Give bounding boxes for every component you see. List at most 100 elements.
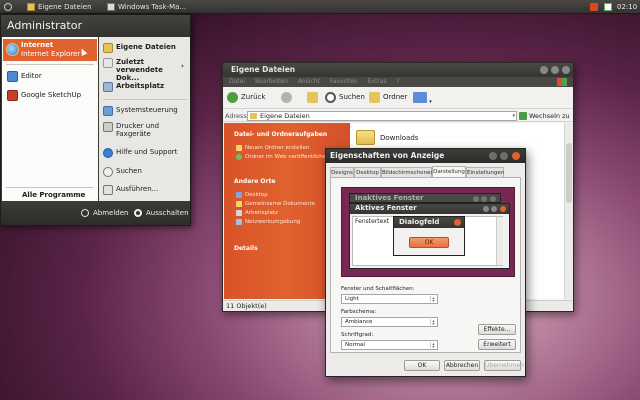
- minimize-icon[interactable]: [540, 66, 548, 74]
- start-item-eigene-dateien[interactable]: Eigene Dateien: [101, 43, 189, 53]
- color-scheme-select[interactable]: Ambiance ▴ ▾: [341, 317, 438, 327]
- start-item-label: Hilfe und Support: [116, 148, 178, 156]
- task-link-label: Neuen Ordner erstellen: [245, 145, 310, 151]
- back-button[interactable]: Zurück: [227, 92, 265, 103]
- new-folder-icon: [236, 145, 242, 151]
- vertical-scrollbar[interactable]: [564, 123, 573, 299]
- start-item-sketchup[interactable]: Google SketchUp: [4, 89, 96, 103]
- task-link-publish[interactable]: Ordner im Web veröffentlichen: [236, 154, 330, 160]
- menu-help[interactable]: ?: [397, 78, 400, 85]
- start-item-label: Drucker und Faxgeräte: [116, 122, 160, 138]
- address-input[interactable]: Eigene Dateien ▾: [247, 111, 517, 121]
- printer-icon: [103, 122, 113, 132]
- start-item-recent-documents[interactable]: Zuletzt verwendete Dok... ›: [101, 58, 189, 82]
- taskbar-item-task-manager[interactable]: Windows Task-Ma...: [104, 1, 190, 13]
- start-item-hilfe[interactable]: Hilfe und Support: [101, 148, 189, 158]
- folder-icon: [369, 92, 380, 103]
- cancel-button[interactable]: Abbrechen: [444, 360, 480, 371]
- logout-button[interactable]: Abmelden: [81, 208, 129, 218]
- place-link-desktop[interactable]: Desktop: [236, 192, 268, 198]
- logout-label: Abmelden: [93, 209, 129, 217]
- scrollbar-thumb[interactable]: [566, 143, 572, 203]
- views-button[interactable]: ▾: [413, 92, 432, 108]
- tab-desktop[interactable]: Desktop: [354, 167, 381, 177]
- folder-icon: [250, 113, 257, 119]
- menu-datei[interactable]: Datei: [229, 78, 245, 85]
- all-programs-button[interactable]: Alle Programme ›: [22, 190, 96, 200]
- start-item-suchen[interactable]: Suchen: [101, 167, 189, 177]
- start-item-editor[interactable]: Editor: [4, 70, 96, 84]
- task-link-new-folder[interactable]: Neuen Ordner erstellen: [236, 145, 309, 151]
- preview-inactive-window: Inaktives Fenster: [349, 193, 501, 203]
- start-item-drucker[interactable]: Drucker und Faxgeräte: [101, 122, 189, 138]
- go-arrow-icon: [519, 112, 527, 120]
- explorer-titlebar[interactable]: Eigene Dateien: [223, 63, 573, 77]
- close-icon[interactable]: [512, 152, 520, 160]
- maximize-icon[interactable]: [551, 66, 559, 74]
- minimize-icon[interactable]: [489, 152, 497, 160]
- taskbar-item-eigene-dateien[interactable]: Eigene Dateien: [24, 1, 110, 13]
- preview-inactive-title: Inaktives Fenster: [355, 194, 424, 202]
- indicator-applet-icon[interactable]: [590, 3, 598, 11]
- tab-designs[interactable]: Designs: [330, 167, 354, 177]
- go-button[interactable]: Wechseln zu: [519, 111, 570, 121]
- shutdown-button[interactable]: Ausschalten: [134, 208, 189, 218]
- ok-button[interactable]: OK: [404, 360, 440, 371]
- maximize-icon[interactable]: [500, 152, 508, 160]
- windows-buttons-label: Fenster und Schaltflächen:: [341, 286, 415, 292]
- arrow-right-icon: ›: [80, 191, 83, 199]
- main-menu-icon[interactable]: [4, 3, 12, 11]
- logout-icon: [81, 209, 89, 217]
- task-pane-header[interactable]: Datei- und Ordneraufgaben: [234, 131, 327, 138]
- folders-button[interactable]: Ordner: [369, 92, 407, 103]
- font-size-label: Schriftgrad:: [341, 332, 374, 338]
- appearance-preview: Inaktives Fenster Aktives Fenster Fenste…: [341, 187, 515, 277]
- start-menu-footer: Abmelden Ausschalten: [1, 201, 190, 225]
- top-panel: Eigene Dateien Windows Task-Ma... 02:10: [0, 0, 640, 14]
- chevron-down-icon[interactable]: ▾: [512, 112, 515, 120]
- search-icon: [103, 167, 113, 177]
- forward-button[interactable]: [281, 92, 292, 107]
- start-item-internet[interactable]: Internet Internet Explorer: [3, 39, 97, 61]
- dialog-titlebar[interactable]: Eigenschaften von Anzeige: [326, 149, 525, 163]
- start-item-arbeitsplatz[interactable]: Arbeitsplatz: [101, 82, 189, 92]
- start-menu-user-name: Administrator: [1, 15, 190, 37]
- all-programs-label: Alle Programme: [22, 191, 86, 199]
- places-header[interactable]: Andere Orte: [234, 178, 275, 185]
- details-header[interactable]: Details: [234, 245, 258, 252]
- effects-button[interactable]: Effekte...: [478, 324, 516, 335]
- place-link-arbeitsplatz[interactable]: Arbeitsplatz: [236, 210, 278, 216]
- menu-extras[interactable]: Extras: [368, 78, 387, 85]
- place-link-label: Netzwerkumgebung: [245, 219, 301, 225]
- recent-documents-icon: [103, 58, 113, 68]
- internet-explorer-icon: [6, 43, 19, 56]
- maximize-icon: [491, 206, 497, 212]
- globe-icon: [236, 154, 242, 160]
- menu-ansicht[interactable]: Ansicht: [298, 78, 320, 85]
- search-button[interactable]: Suchen: [325, 92, 365, 103]
- appearance-panel: Inaktives Fenster Aktives Fenster Fenste…: [330, 177, 521, 353]
- close-icon: [500, 206, 506, 212]
- file-item-downloads[interactable]: Downloads: [356, 129, 418, 147]
- menu-favoriten[interactable]: Favoriten: [330, 78, 358, 85]
- place-link-network[interactable]: Netzwerkumgebung: [236, 219, 300, 225]
- back-arrow-icon: [227, 92, 238, 103]
- font-size-select[interactable]: Normal ▴ ▾: [341, 340, 438, 350]
- clock[interactable]: 02:10: [617, 2, 637, 12]
- address-bar: Adresse Eigene Dateien ▾ Wechseln zu: [223, 110, 573, 122]
- start-item-ausfuehren[interactable]: Ausführen...: [101, 185, 189, 195]
- tab-einstellungen[interactable]: Einstellungen: [466, 167, 504, 177]
- preview-window-text: Fenstertext: [355, 218, 390, 225]
- start-item-systemsteuerung[interactable]: Systemsteuerung: [101, 106, 189, 116]
- windows-buttons-select[interactable]: Light ▴ ▾: [341, 294, 438, 304]
- advanced-button[interactable]: Erweitert: [478, 339, 516, 350]
- network-icon[interactable]: [604, 3, 612, 11]
- close-icon[interactable]: [562, 66, 570, 74]
- place-link-label: Desktop: [245, 192, 268, 198]
- up-folder-button[interactable]: [307, 92, 318, 107]
- tab-screensaver[interactable]: Bildschirmschoner: [381, 167, 433, 177]
- apply-button[interactable]: Übernehmen: [484, 360, 524, 371]
- minimize-icon: [473, 196, 479, 202]
- menu-bearbeiten[interactable]: Bearbeiten: [255, 78, 288, 85]
- place-link-shared-docs[interactable]: Gemeinsame Dokumente: [236, 201, 315, 207]
